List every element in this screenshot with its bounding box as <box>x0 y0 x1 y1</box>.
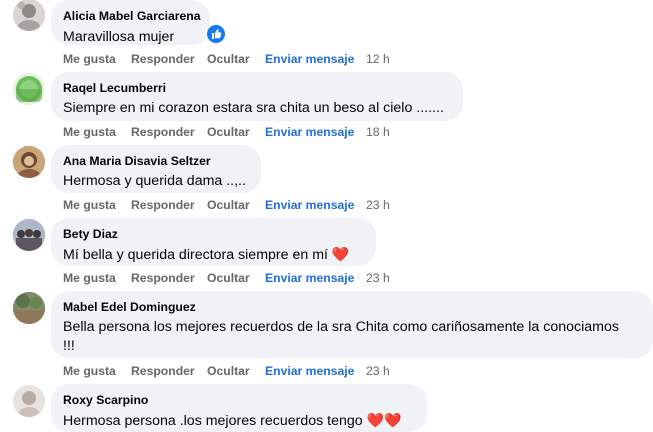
reply-button[interactable]: Responder <box>131 124 195 140</box>
like-reaction-badge[interactable] <box>205 23 227 45</box>
like-icon <box>212 29 222 39</box>
comment-text-continued: !!! <box>63 338 75 354</box>
comment-bubble: Mabel Edel Dominguez Bella persona los m… <box>51 291 653 358</box>
comment-author[interactable]: Mabel Edel Dominguez <box>63 299 641 315</box>
reply-button[interactable]: Responder <box>131 270 195 286</box>
comment-bubble: Bety Diaz Mí bella y querida directora s… <box>51 218 376 266</box>
reply-button[interactable]: Responder <box>131 197 195 213</box>
send-message-button[interactable]: Enviar mensaje <box>265 363 354 379</box>
hide-button[interactable]: Ocultar <box>207 363 250 379</box>
heart-emoji-icon: ❤️❤️ <box>366 412 402 428</box>
hide-button[interactable]: Ocultar <box>207 197 250 213</box>
comment-author[interactable]: Ana Maria Disavia Seltzer <box>63 153 249 169</box>
comment-bubble: Ana Maria Disavia Seltzer Hermosa y quer… <box>51 145 261 193</box>
avatar[interactable] <box>13 146 45 178</box>
comment-timestamp[interactable]: 18 h <box>366 124 390 140</box>
like-button[interactable]: Me gusta <box>63 363 116 379</box>
comment-bubble: Roxy Scarpino Hermosa persona .los mejor… <box>51 384 427 432</box>
like-button[interactable]: Me gusta <box>63 270 116 286</box>
comment-text: Hermosa y querida dama ..,.. <box>63 173 246 189</box>
comment-text: Mí bella y querida directora siempre en … <box>63 247 328 263</box>
hide-button[interactable]: Ocultar <box>207 51 250 67</box>
comment-text: Hermosa persona .los mejores recuerdos t… <box>63 413 363 429</box>
send-message-button[interactable]: Enviar mensaje <box>265 270 354 286</box>
like-button[interactable]: Me gusta <box>63 124 116 140</box>
send-message-button[interactable]: Enviar mensaje <box>265 124 354 140</box>
comment-timestamp[interactable]: 23 h <box>366 270 390 286</box>
like-button[interactable]: Me gusta <box>63 51 116 67</box>
comment-author[interactable]: Alicia Mabel Garciarena <box>63 8 201 24</box>
hide-button[interactable]: Ocultar <box>207 270 250 286</box>
comment-timestamp[interactable]: 12 h <box>366 51 390 67</box>
comment-text: Siempre en mi corazon estara sra chita u… <box>63 100 444 116</box>
avatar-photo-icon <box>13 73 45 105</box>
comment-author[interactable]: Raqel Lecumberri <box>63 80 451 96</box>
reply-button[interactable]: Responder <box>131 51 195 67</box>
avatar[interactable] <box>13 385 45 417</box>
comment-text: Bella persona los mejores recuerdos de l… <box>63 319 619 335</box>
avatar-photo-icon <box>13 385 45 417</box>
comment-bubble: Raqel Lecumberri Siempre en mi corazon e… <box>51 72 463 121</box>
comment-author[interactable]: Roxy Scarpino <box>63 392 415 408</box>
like-button[interactable]: Me gusta <box>63 197 116 213</box>
avatar-photo-icon <box>13 219 45 251</box>
comment-bubble: Alicia Mabel Garciarena Maravillosa muje… <box>51 0 210 45</box>
avatar[interactable] <box>13 219 45 251</box>
comment-text: Maravillosa mujer <box>63 29 175 45</box>
avatar-photo-icon <box>13 146 45 178</box>
avatar-photo-icon <box>13 0 45 31</box>
avatar-photo-icon <box>13 292 45 324</box>
comment-author[interactable]: Bety Diaz <box>63 226 364 242</box>
avatar[interactable] <box>13 73 45 105</box>
avatar[interactable] <box>13 0 45 31</box>
comment-text-line: Hermosa persona .los mejores recuerdos t… <box>63 411 415 431</box>
comment-timestamp[interactable]: 23 h <box>366 197 390 213</box>
reply-button[interactable]: Responder <box>131 363 195 379</box>
comment-timestamp[interactable]: 23 h <box>366 363 390 379</box>
avatar[interactable] <box>13 292 45 324</box>
send-message-button[interactable]: Enviar mensaje <box>265 51 354 67</box>
send-message-button[interactable]: Enviar mensaje <box>265 197 354 213</box>
comment-text-line: Mí bella y querida directora siempre en … <box>63 245 364 265</box>
heart-emoji-icon: ❤️ <box>331 246 350 262</box>
hide-button[interactable]: Ocultar <box>207 124 250 140</box>
